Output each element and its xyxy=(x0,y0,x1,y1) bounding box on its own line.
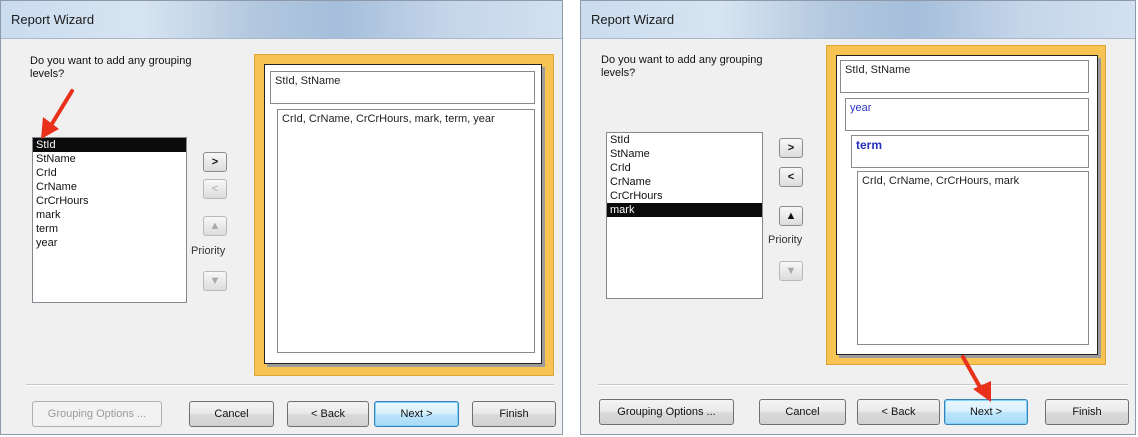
report-wizard-window-right: Report Wizard Do you want to add any gro… xyxy=(580,0,1136,435)
priority-down-button[interactable]: ▼ xyxy=(779,261,803,281)
remove-grouping-button[interactable]: < xyxy=(779,167,803,187)
preview-frame: StId, StName year term CrId, CrName, CrC… xyxy=(826,45,1106,365)
priority-label: Priority xyxy=(768,234,803,246)
finish-button[interactable]: Finish xyxy=(1045,399,1129,425)
footer-separator xyxy=(26,384,554,386)
detail-fields: CrId, CrName, CrCrHours, mark, term, yea… xyxy=(277,109,535,353)
field-item-crcrhours[interactable]: CrCrHours xyxy=(33,194,186,208)
annotation-arrow-icon xyxy=(41,89,74,139)
field-item-crid[interactable]: CrId xyxy=(607,161,762,175)
group-level-2: year xyxy=(845,98,1089,131)
finish-button[interactable]: Finish xyxy=(472,401,556,427)
field-item-stname[interactable]: StName xyxy=(33,152,186,166)
window-title: Report Wizard xyxy=(591,12,675,27)
down-arrow-icon: ▼ xyxy=(785,265,797,277)
report-preview: StId, StName year term CrId, CrName, CrC… xyxy=(836,55,1098,355)
report-wizard-window-left: Report Wizard Do you want to add any gro… xyxy=(0,0,563,435)
title-bar[interactable]: Report Wizard xyxy=(581,1,1135,39)
window-title: Report Wizard xyxy=(11,12,95,27)
priority-up-button[interactable]: ▲ xyxy=(203,216,227,236)
group-level-1: StId, StName xyxy=(840,60,1089,93)
field-item-mark[interactable]: mark xyxy=(607,203,762,217)
wizard-body: Do you want to add any grouping levels? … xyxy=(8,39,556,427)
field-item-year[interactable]: year xyxy=(33,236,186,250)
add-grouping-button[interactable]: > xyxy=(203,152,227,172)
field-item-mark[interactable]: mark xyxy=(33,208,186,222)
field-item-term[interactable]: term xyxy=(33,222,186,236)
wizard-body: Do you want to add any grouping levels? … xyxy=(588,39,1129,427)
group-level-1: StId, StName xyxy=(270,71,535,104)
add-grouping-button[interactable]: > xyxy=(779,138,803,158)
report-preview: StId, StName CrId, CrName, CrCrHours, ma… xyxy=(264,64,542,364)
remove-grouping-button[interactable]: < xyxy=(203,179,227,199)
grouping-question: Do you want to add any grouping levels? xyxy=(601,54,763,79)
down-arrow-icon: ▼ xyxy=(209,275,221,287)
available-fields-list[interactable]: StId StName CrId CrName CrCrHours mark xyxy=(606,132,763,299)
annotation-arrow-icon xyxy=(961,355,991,402)
preview-frame: StId, StName CrId, CrName, CrCrHours, ma… xyxy=(254,54,554,376)
priority-up-button[interactable]: ▲ xyxy=(779,206,803,226)
up-arrow-icon: ▲ xyxy=(785,210,797,222)
back-button[interactable]: < Back xyxy=(287,401,369,427)
group-level-3: term xyxy=(851,135,1089,168)
footer-separator xyxy=(598,384,1128,386)
priority-down-button[interactable]: ▼ xyxy=(203,271,227,291)
grouping-options-button[interactable]: Grouping Options ... xyxy=(32,401,162,427)
field-item-crcrhours[interactable]: CrCrHours xyxy=(607,189,762,203)
back-button[interactable]: < Back xyxy=(857,399,940,425)
field-item-crname[interactable]: CrName xyxy=(607,175,762,189)
field-item-stname[interactable]: StName xyxy=(607,147,762,161)
available-fields-list[interactable]: StId StName CrId CrName CrCrHours mark term yea… xyxy=(32,137,187,303)
cancel-button[interactable]: Cancel xyxy=(189,401,274,427)
cancel-button[interactable]: Cancel xyxy=(759,399,846,425)
detail-fields: CrId, CrName, CrCrHours, mark xyxy=(857,171,1089,345)
field-item-stid[interactable]: StId xyxy=(607,133,762,147)
priority-label: Priority xyxy=(191,245,226,257)
grouping-question: Do you want to add any grouping levels? xyxy=(30,55,192,80)
title-bar[interactable]: Report Wizard xyxy=(1,1,562,39)
field-item-crid[interactable]: CrId xyxy=(33,166,186,180)
grouping-options-button[interactable]: Grouping Options ... xyxy=(599,399,734,425)
field-item-crname[interactable]: CrName xyxy=(33,180,186,194)
next-button[interactable]: Next > xyxy=(374,401,459,427)
up-arrow-icon: ▲ xyxy=(209,220,221,232)
